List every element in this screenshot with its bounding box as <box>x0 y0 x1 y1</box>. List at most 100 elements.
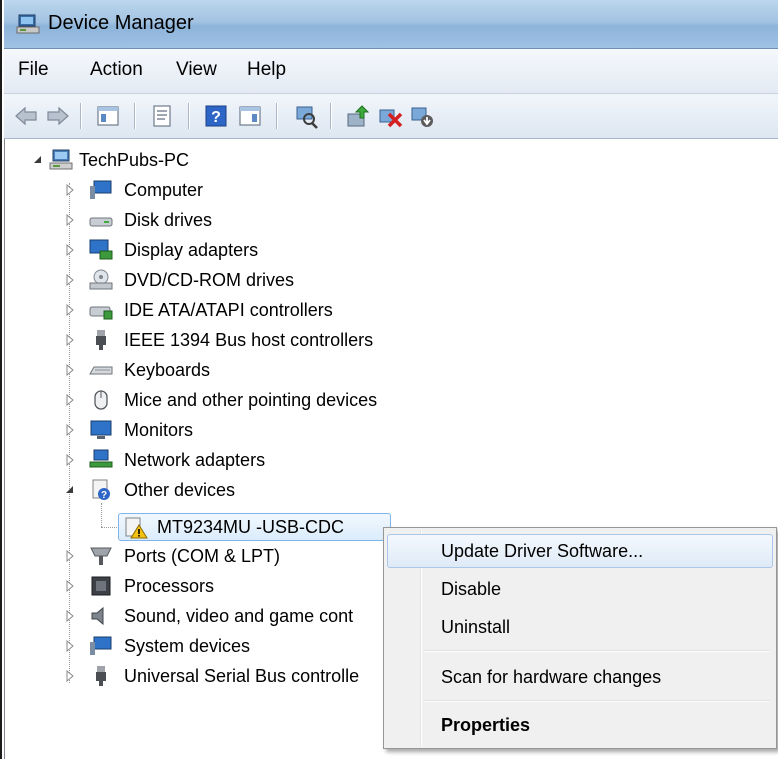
tree-item-ieee1394[interactable]: IEEE 1394 Bus host controllers <box>64 325 464 355</box>
toolbar-separator <box>134 103 136 129</box>
expand-arrow-icon[interactable] <box>64 334 76 346</box>
tree-item-disk-drives[interactable]: Disk drives <box>64 205 464 235</box>
tree-item-label: System devices <box>124 636 251 656</box>
tree-border <box>4 139 5 759</box>
disable-menu-item[interactable]: Disable <box>387 572 773 606</box>
menu-help[interactable]: Help <box>247 59 286 81</box>
toolbar-separator <box>80 103 82 129</box>
ide-controller-icon <box>89 306 113 320</box>
processor-icon <box>91 576 111 596</box>
expand-arrow-icon[interactable] <box>64 304 76 316</box>
computer-icon <box>49 149 73 170</box>
tree-item-label: Mice and other pointing devices <box>124 390 378 410</box>
expand-arrow-icon[interactable] <box>64 550 76 562</box>
update-driver-menu-item[interactable]: Update Driver Software... <box>387 534 773 568</box>
console-tree-icon[interactable] <box>94 102 122 130</box>
tree-item-other-devices[interactable]: ? Other devices <box>64 475 464 505</box>
network-adapter-icon <box>89 449 113 468</box>
tree-item-usb-controllers[interactable]: Universal Serial Bus controlle <box>64 661 382 691</box>
device-manager-window: Device Manager File Action View Help ? T… <box>0 0 778 759</box>
display-adapter-icon <box>89 239 113 260</box>
tree-item-monitors[interactable]: Monitors <box>64 415 464 445</box>
action-pane-icon[interactable] <box>236 102 264 130</box>
system-device-icon <box>90 636 112 655</box>
expand-arrow-icon[interactable] <box>64 610 76 622</box>
tree-root[interactable]: TechPubs-PC <box>32 145 332 175</box>
usb-icon <box>96 666 106 686</box>
tree-item-display-adapters[interactable]: Display adapters <box>64 235 464 265</box>
expand-arrow-icon[interactable] <box>64 184 76 196</box>
expand-arrow-icon[interactable] <box>64 580 76 592</box>
tree-item-label: Monitors <box>124 420 194 440</box>
properties-menu-item[interactable]: Properties <box>387 708 773 742</box>
tree-root-label: TechPubs-PC <box>79 150 190 170</box>
menu-action[interactable]: Action <box>90 59 143 81</box>
tree-item-label: DVD/CD-ROM drives <box>124 270 295 290</box>
menu-view[interactable]: View <box>176 59 217 81</box>
tree-item-label: Processors <box>124 576 215 596</box>
expand-arrow-icon[interactable] <box>64 640 76 652</box>
tree-item-label: Network adapters <box>124 450 266 470</box>
computer-icon <box>90 180 112 199</box>
mouse-icon <box>94 390 108 410</box>
tree-item-label: Other devices <box>124 480 236 500</box>
tree-item-keyboards[interactable]: Keyboards <box>64 355 464 385</box>
tree-guide-line <box>101 527 119 528</box>
tree-guide-line <box>101 503 102 527</box>
back-icon[interactable] <box>12 102 40 130</box>
tree-item-label: Ports (COM & LPT) <box>124 546 281 566</box>
disable-icon[interactable] <box>376 102 404 130</box>
toolbar-separator <box>276 103 278 129</box>
expand-arrow-icon[interactable] <box>64 244 76 256</box>
expand-arrow-icon[interactable] <box>64 454 76 466</box>
scan-icon[interactable] <box>292 102 320 130</box>
update-driver-icon[interactable] <box>344 102 372 130</box>
expand-arrow-icon[interactable] <box>64 274 76 286</box>
bus-controller-icon <box>96 330 106 350</box>
speaker-icon <box>91 606 104 626</box>
menu-file[interactable]: File <box>18 59 49 81</box>
expand-arrow-icon[interactable] <box>64 424 76 436</box>
selected-device-label: MT9234MU -USB-CDC <box>157 517 345 537</box>
tree-item-network-adapters[interactable]: Network adapters <box>64 445 464 475</box>
tree-item-label: Display adapters <box>124 240 259 260</box>
context-menu-separator <box>424 650 770 652</box>
expand-arrow-icon[interactable] <box>64 670 76 682</box>
title-bar[interactable]: Device Manager <box>4 0 778 49</box>
collapse-arrow-icon[interactable] <box>32 154 44 166</box>
properties-icon[interactable] <box>148 102 176 130</box>
tree-item-computer[interactable]: Computer <box>64 175 464 205</box>
warning-device-icon <box>125 517 148 539</box>
context-menu: Update Driver Software... Disable Uninst… <box>383 527 777 749</box>
monitor-icon <box>90 420 112 439</box>
svg-text:?: ? <box>211 109 221 126</box>
expand-arrow-icon[interactable] <box>64 214 76 226</box>
tree-item-label: Disk drives <box>124 210 213 230</box>
uninstall-menu-item[interactable]: Uninstall <box>387 610 773 644</box>
uninstall-icon[interactable] <box>408 102 436 130</box>
help-icon[interactable]: ? <box>202 102 230 130</box>
toolbar-separator <box>188 103 190 129</box>
tree-item-label: Keyboards <box>124 360 211 380</box>
scan-hardware-menu-item[interactable]: Scan for hardware changes <box>387 660 773 694</box>
toolbar: ? <box>4 94 778 139</box>
tree-item-sound[interactable]: Sound, video and game cont <box>64 601 382 631</box>
tree-item-dvd-cdrom-drives[interactable]: DVD/CD-ROM drives <box>64 265 464 295</box>
keyboard-icon <box>89 366 113 375</box>
context-menu-separator <box>424 700 770 702</box>
tree-item-label: IEEE 1394 Bus host controllers <box>124 330 374 350</box>
device-manager-icon <box>16 14 40 34</box>
collapse-arrow-icon[interactable] <box>64 484 76 496</box>
tree-item-label: Computer <box>124 180 204 200</box>
tree-item-processors[interactable]: Processors <box>64 571 394 601</box>
expand-arrow-icon[interactable] <box>64 364 76 376</box>
toolbar-separator <box>330 103 332 129</box>
tree-item-system-devices[interactable]: System devices <box>64 631 382 661</box>
tree-item-label: Sound, video and game cont <box>124 606 354 626</box>
forward-icon[interactable] <box>44 102 72 130</box>
tree-item-selected-device[interactable]: MT9234MU -USB-CDC <box>118 513 391 541</box>
tree-item-ide-controllers[interactable]: IDE ATA/ATAPI controllers <box>64 295 464 325</box>
expand-arrow-icon[interactable] <box>64 394 76 406</box>
unknown-device-icon: ? <box>92 479 110 501</box>
tree-item-mice[interactable]: Mice and other pointing devices <box>64 385 464 415</box>
